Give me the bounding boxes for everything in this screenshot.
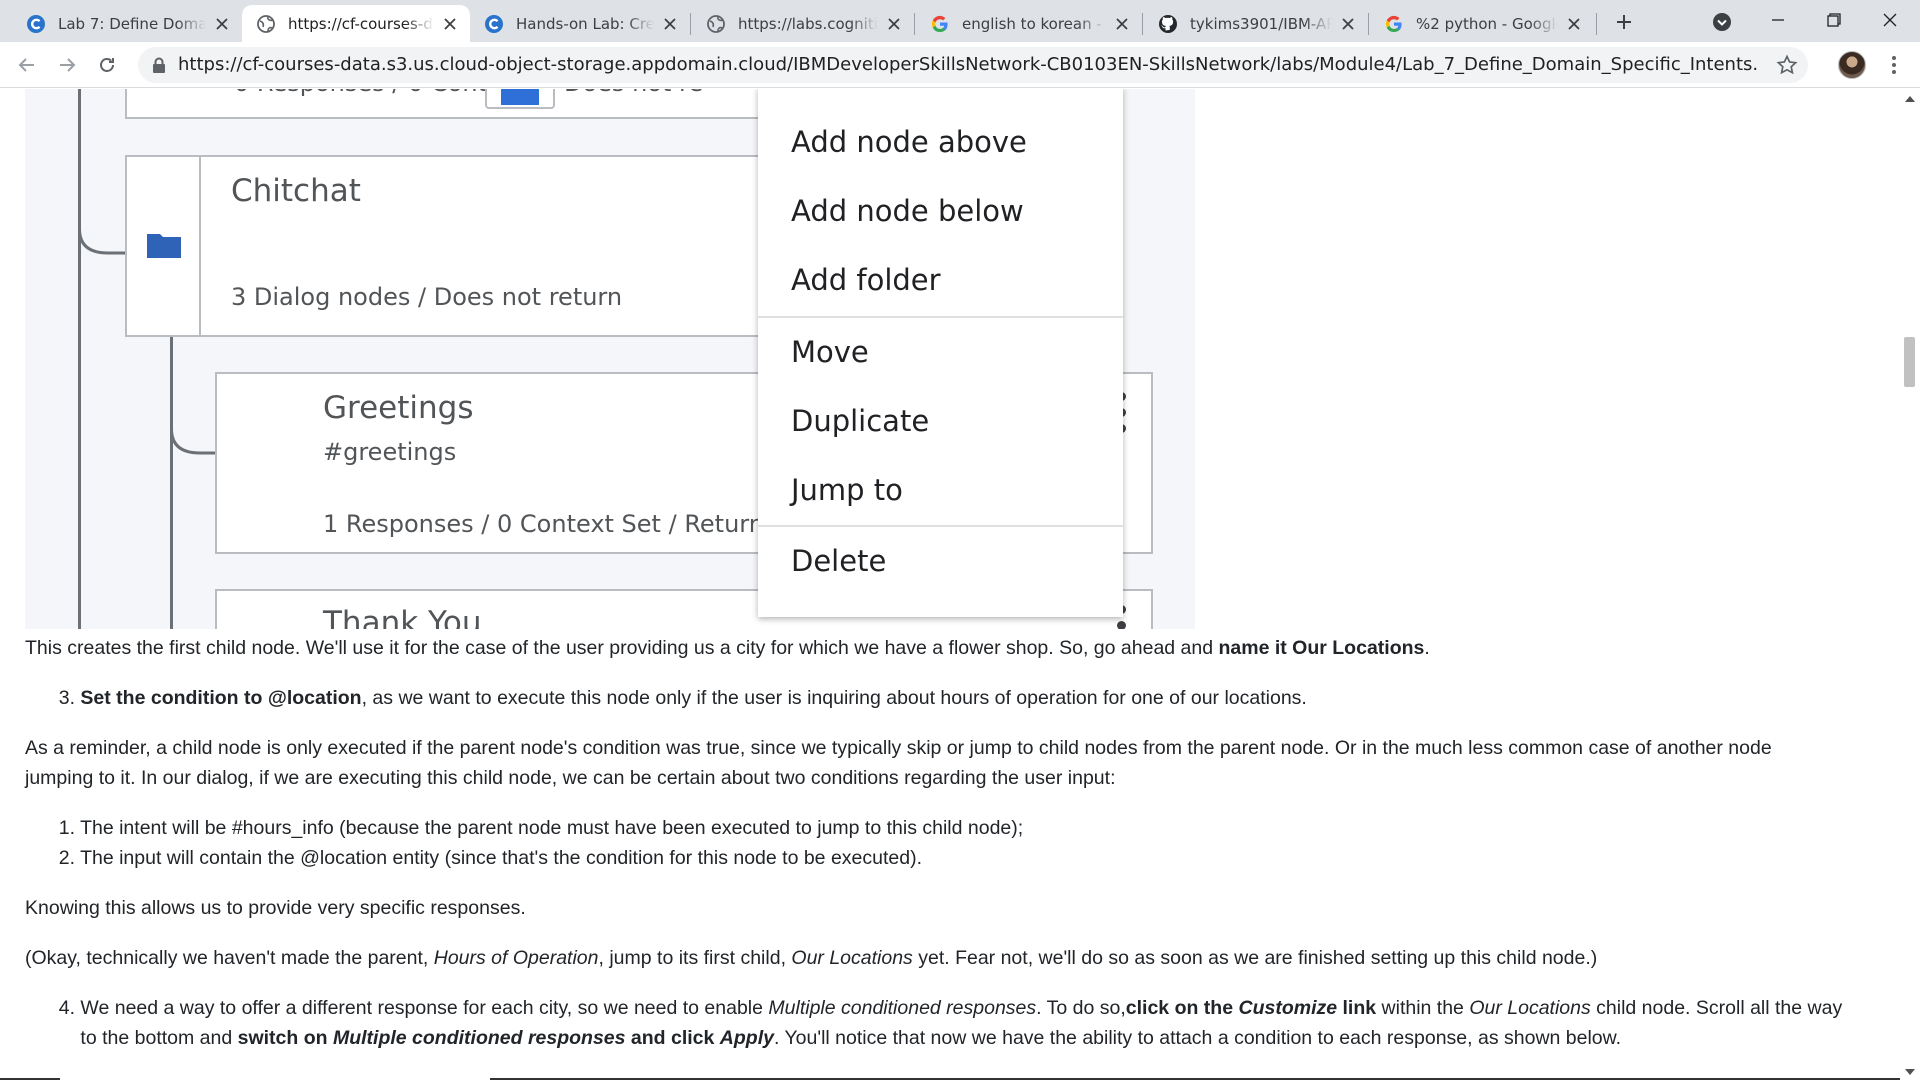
google-icon (931, 15, 948, 32)
menu-divider (758, 316, 1123, 318)
folder-icon (147, 234, 181, 258)
menu-item-jump-to[interactable]: Jump to (791, 473, 903, 507)
tab-title: Lab 7: Define Domain (58, 14, 206, 33)
tab-title: https://labs.cognitive (738, 14, 878, 33)
tab-python-google[interactable]: %2 python - Google (1370, 5, 1594, 42)
coursera-icon (27, 14, 45, 33)
tab-cf-courses[interactable]: https://cf-courses-da (242, 5, 470, 42)
dialog-tree-screenshot: 0 Responses / 0 Conte Does not re Chitch… (25, 89, 1195, 629)
reload-button[interactable] (92, 50, 122, 80)
paragraph: Knowing this allows us to provide very s… (25, 897, 526, 919)
restore-button[interactable] (1806, 0, 1862, 40)
node-badge (485, 89, 555, 109)
node-meta: 1 Responses / 0 Context Set / Return (323, 510, 764, 538)
menu-item-add-node-above[interactable]: Add node above (791, 125, 1027, 159)
step-4: 4. We need a way to offer a different re… (58, 997, 1843, 1019)
url-text[interactable]: https://cf-courses-data.s3.us.cloud-obje… (178, 47, 1758, 83)
reload-icon (100, 58, 114, 72)
tab-search-button[interactable] (1708, 8, 1736, 36)
menu-item-delete[interactable]: Delete (791, 544, 886, 578)
page-content: 0 Responses / 0 Conte Does not re Chitch… (0, 89, 1900, 1080)
globe-icon (257, 14, 275, 33)
step-4-cont: to the bottom and switch on Multiple con… (80, 1027, 1622, 1049)
more-vert-icon (1892, 56, 1896, 74)
tab-lab7[interactable]: Lab 7: Define Domain (12, 5, 242, 42)
menu-divider (758, 525, 1123, 527)
close-icon (1883, 13, 1897, 27)
tab-strip: Lab 7: Define Domain https://cf-courses-… (0, 0, 1920, 42)
node-title: Greetings (323, 390, 474, 426)
step-3: 3. Set the condition to @location, as we… (58, 687, 1307, 709)
lock-icon[interactable] (152, 57, 166, 73)
arrow-left-icon (18, 58, 34, 72)
paragraph: jumping to it. In our dialog, if we are … (25, 767, 1116, 789)
browser-menu-button[interactable] (1880, 50, 1908, 80)
node-condition: #greetings (323, 438, 457, 466)
dialog-node-card[interactable]: 0 Responses / 0 Conte Does not re (125, 89, 765, 119)
folder-title: Chitchat (231, 173, 361, 209)
close-icon[interactable] (1112, 14, 1132, 34)
chevron-down-icon (1713, 13, 1731, 31)
menu-item-add-node-below[interactable]: Add node below (791, 194, 1024, 228)
tab-title: %2 python - Google (1416, 14, 1558, 33)
coursera-icon (485, 14, 503, 33)
list-item: 1. The intent will be #hours_info (becau… (58, 817, 1024, 839)
node-title: Thank You (323, 605, 482, 629)
tab-title: tykims3901/IBM-APP (1190, 14, 1332, 33)
minimize-button[interactable] (1750, 0, 1806, 40)
minimize-icon (1772, 19, 1784, 21)
folder-meta: 3 Dialog nodes / Does not return (231, 283, 623, 311)
tab-github[interactable]: tykims3901/IBM-APP (1144, 5, 1368, 42)
menu-item-add-folder[interactable]: Add folder (791, 263, 941, 297)
close-icon[interactable] (1564, 14, 1584, 34)
page-scrollbar[interactable] (1900, 89, 1920, 1080)
back-button[interactable] (12, 50, 42, 80)
close-icon[interactable] (660, 14, 680, 34)
profile-avatar[interactable] (1838, 51, 1866, 79)
tab-hands-on-lab[interactable]: Hands-on Lab: Creati (470, 5, 690, 42)
scrollbar-thumb[interactable] (1904, 337, 1915, 387)
tab-title: Hands-on Lab: Creati (516, 14, 654, 33)
menu-item-duplicate[interactable]: Duplicate (791, 404, 929, 438)
close-window-button[interactable] (1862, 0, 1918, 40)
tab-title: english to korean - G (962, 14, 1106, 33)
google-icon (1385, 15, 1402, 32)
close-icon[interactable] (884, 14, 904, 34)
paragraph: (Okay, technically we haven't made the p… (25, 947, 1598, 969)
bookmark-star-icon[interactable] (1776, 54, 1798, 76)
tab-title: https://cf-courses-da (288, 14, 434, 33)
scroll-down-icon[interactable] (1905, 1068, 1915, 1076)
browser-toolbar: https://cf-courses-data.s3.us.cloud-obje… (0, 42, 1920, 88)
tab-english-to-korean[interactable]: english to korean - G (916, 5, 1142, 42)
paragraph: This creates the first child node. We'll… (25, 637, 1430, 659)
paragraph: As a reminder, a child node is only exec… (25, 737, 1772, 759)
restore-icon (1827, 13, 1841, 27)
new-tab-button[interactable] (1610, 8, 1638, 36)
node-context-menu: Add node above Add node below Add folder… (758, 89, 1123, 617)
address-bar[interactable]: https://cf-courses-data.s3.us.cloud-obje… (138, 47, 1808, 83)
tab-labs-cognitive[interactable]: https://labs.cognitive (692, 5, 914, 42)
close-icon[interactable] (212, 14, 232, 34)
forward-button[interactable] (52, 50, 82, 80)
close-icon[interactable] (1338, 14, 1358, 34)
globe-icon (707, 14, 725, 33)
plus-icon (1617, 15, 1631, 29)
arrow-right-icon (60, 58, 76, 72)
list-item: 2. The input will contain the @location … (58, 847, 922, 869)
scroll-up-icon[interactable] (1905, 95, 1915, 103)
github-icon (1159, 14, 1177, 33)
menu-item-move[interactable]: Move (791, 335, 869, 369)
close-icon[interactable] (440, 14, 460, 34)
folder-card-chitchat[interactable]: Chitchat 3 Dialog nodes / Does not retur… (125, 155, 765, 337)
